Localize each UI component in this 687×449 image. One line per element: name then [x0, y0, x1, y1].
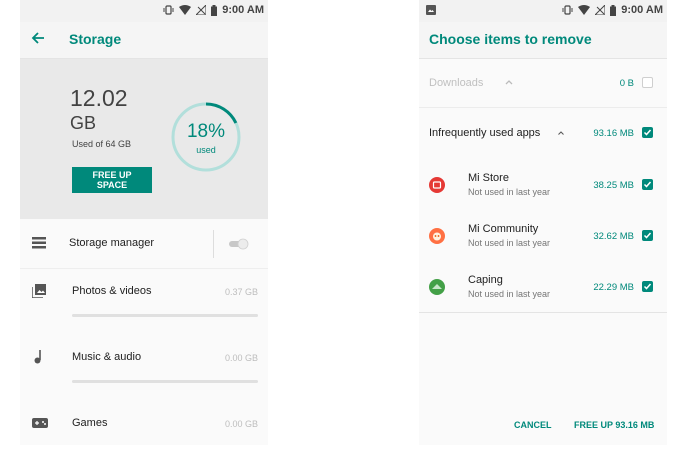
page-title: Choose items to remove	[429, 31, 592, 47]
infrequent-apps-row[interactable]: Infrequently used apps 93.16 MB	[419, 108, 667, 158]
status-time: 9:00 AM	[621, 4, 663, 16]
infrequent-apps-size: 93.16 MB	[593, 128, 634, 139]
app-row-mi-community[interactable]: Mi Community Not used in last year 32.62…	[419, 211, 667, 261]
app-bar: Choose items to remove	[419, 22, 667, 59]
used-value: 12.02	[70, 85, 128, 111]
app-name: Mi Store	[468, 172, 509, 184]
wifi-icon	[179, 5, 192, 15]
category-label: Music & audio	[72, 351, 142, 363]
back-arrow-icon[interactable]	[30, 30, 46, 46]
category-size: 0.37 GB	[224, 287, 258, 297]
category-music[interactable]: Music & audio 0.00 GB	[20, 335, 268, 401]
battery-icon	[610, 4, 617, 16]
downloads-label: Downloads	[429, 77, 484, 89]
app-subtitle: Not used in last year	[468, 289, 551, 299]
page-title: Storage	[69, 31, 122, 47]
downloads-checkbox[interactable]	[642, 77, 653, 88]
category-label: Photos & videos	[72, 285, 152, 297]
photos-icon	[32, 284, 46, 298]
category-usage-bar	[72, 314, 258, 317]
no-signal-icon	[196, 5, 207, 15]
app-name: Caping	[468, 274, 503, 286]
downloads-row[interactable]: Downloads 0 B	[419, 59, 667, 108]
app-size: 32.62 MB	[593, 231, 634, 242]
app-size: 38.25 MB	[593, 180, 634, 191]
usage-percent-label: used	[196, 145, 216, 155]
app-subtitle: Not used in last year	[468, 187, 551, 197]
storage-manager-toggle[interactable]	[227, 238, 249, 250]
free-up-button[interactable]: FREE UP 93.16 MB	[574, 420, 654, 430]
choose-items-screen: 9:00 AM Choose items to remove Downloads…	[419, 0, 667, 445]
app-name: Mi Community	[468, 223, 539, 235]
cancel-button[interactable]: CANCEL	[514, 420, 552, 430]
status-time: 9:00 AM	[222, 4, 264, 16]
checkmark-icon	[643, 232, 652, 239]
used-unit: GB	[70, 113, 97, 133]
storage-manager-icon	[32, 237, 46, 249]
app-subtitle: Not used in last year	[468, 238, 551, 248]
category-games[interactable]: Games 0.00 GB	[20, 401, 268, 445]
infrequent-apps-label: Infrequently used apps	[429, 127, 541, 139]
notification-image-icon	[426, 5, 436, 15]
usage-percent: 18%	[186, 121, 226, 142]
music-note-icon	[34, 350, 41, 364]
free-up-space-button[interactable]: FREE UP SPACE	[72, 167, 152, 193]
app-checkbox[interactable]	[642, 230, 653, 241]
app-row-caping[interactable]: Caping Not used in last year 22.29 MB	[419, 262, 667, 313]
used-of-total: Used of 64 GB	[72, 139, 132, 149]
infrequent-apps-checkbox[interactable]	[642, 127, 653, 138]
checkmark-icon	[643, 283, 652, 290]
category-label: Games	[72, 417, 108, 429]
battery-icon	[211, 4, 218, 16]
app-checkbox[interactable]	[642, 281, 653, 292]
mi-store-icon	[429, 177, 445, 193]
no-signal-icon	[595, 5, 606, 15]
category-photos[interactable]: Photos & videos 0.37 GB	[20, 269, 268, 335]
app-row-mi-store[interactable]: Mi Store Not used in last year 38.25 MB	[419, 160, 667, 210]
mi-community-icon	[429, 228, 445, 244]
gamepad-icon	[32, 418, 48, 428]
checkmark-icon	[643, 181, 652, 188]
storage-screen: 9:00 AM Storage 12.02 GB Used of 64 GB F…	[20, 0, 268, 445]
app-checkbox[interactable]	[642, 179, 653, 190]
checkmark-icon	[643, 129, 652, 136]
category-usage-bar	[72, 380, 258, 383]
category-size: 0.00 GB	[224, 353, 258, 363]
app-bar: Storage	[20, 22, 268, 59]
wifi-icon	[578, 5, 591, 15]
divider	[213, 230, 214, 258]
caping-icon	[429, 279, 445, 295]
vibrate-icon	[562, 5, 573, 15]
status-icons: 9:00 AM	[163, 4, 264, 16]
app-size: 22.29 MB	[593, 282, 634, 293]
status-icons: 9:00 AM	[562, 4, 663, 16]
storage-manager-label: Storage manager	[69, 237, 154, 249]
storage-manager-row[interactable]: Storage manager	[20, 220, 268, 269]
vibrate-icon	[163, 5, 174, 15]
status-bar: 9:00 AM	[20, 0, 268, 22]
status-bar: 9:00 AM	[419, 0, 667, 22]
storage-summary: 12.02 GB Used of 64 GB FREE UP SPACE 18%…	[20, 59, 268, 219]
chevron-up-icon[interactable]	[505, 79, 513, 85]
chevron-up-icon[interactable]	[558, 131, 564, 135]
category-size: 0.00 GB	[224, 419, 258, 429]
downloads-size: 0 B	[619, 78, 634, 89]
